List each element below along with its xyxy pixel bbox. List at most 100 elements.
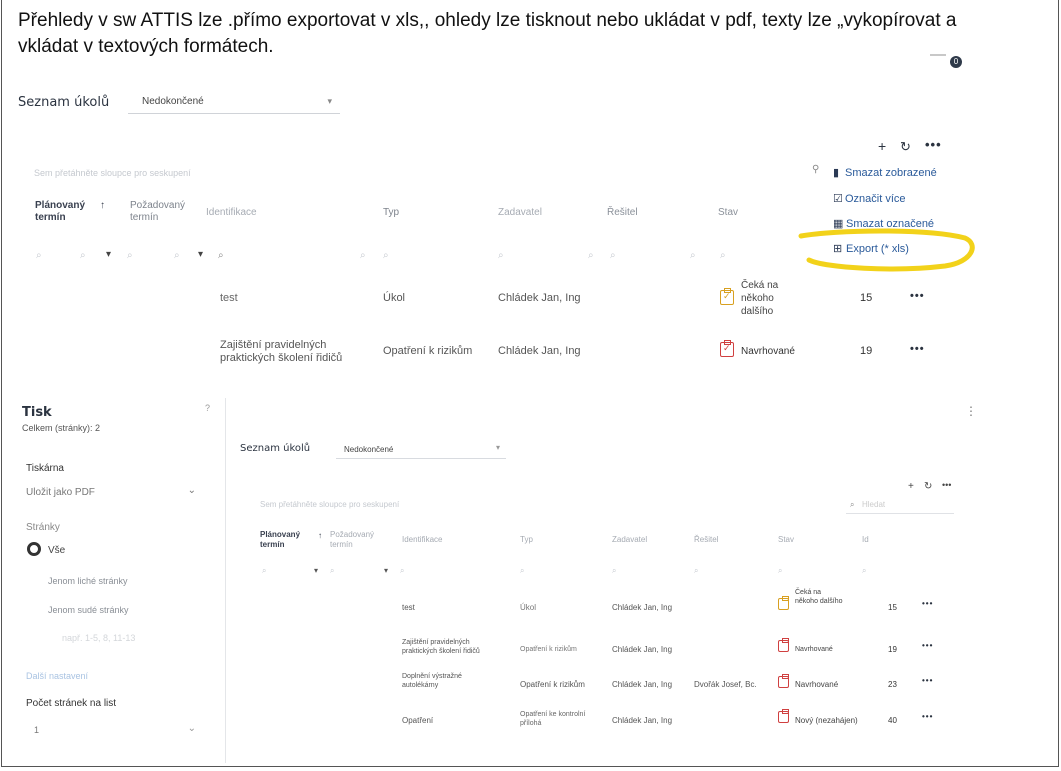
preview-refresh-icon[interactable]: ↻: [924, 481, 932, 492]
notification-badge[interactable]: 0: [950, 56, 962, 68]
print-subtitle: Celkem (stránky): 2: [22, 423, 101, 433]
radio-even-label[interactable]: Jenom sudé stránky: [48, 604, 129, 617]
print-title: Tisk: [22, 405, 52, 420]
radio-odd-label[interactable]: Jenom liché stránky: [48, 575, 128, 588]
preview-search[interactable]: ⌕ Hledat: [846, 500, 954, 514]
printer-select[interactable]: Uložit jako PDF ⌄: [26, 485, 198, 502]
more-icon[interactable]: •••: [925, 137, 942, 152]
row-more-icon[interactable]: •••: [922, 712, 933, 721]
col-requested[interactable]: Požadovaný termín: [130, 200, 192, 224]
print-divider: [225, 398, 226, 763]
status-waiting-icon: [778, 596, 789, 610]
status-proposed-icon: ✓: [720, 340, 734, 357]
preview-col-id[interactable]: Id: [862, 534, 869, 546]
preview-col-type[interactable]: Typ: [520, 534, 533, 546]
preview-filter-value: Nedokončené: [344, 445, 394, 454]
row-id: 19: [860, 345, 873, 357]
add-icon[interactable]: +: [878, 138, 886, 154]
row-id: 15: [860, 292, 873, 304]
row-ident[interactable]: Zajištění pravidelných praktických škole…: [220, 339, 352, 365]
preview-col-status[interactable]: Stav: [778, 534, 794, 546]
row-more-icon[interactable]: •••: [922, 641, 933, 650]
col-assigner[interactable]: Zadavatel: [498, 207, 542, 219]
row-status: Navrhované: [741, 346, 795, 357]
preview-group-hint: Sem přetáhněte sloupce pro seskupení: [260, 500, 400, 509]
status-proposed-icon: [778, 638, 789, 652]
row-ident[interactable]: Doplnění výstražné autolékárny: [402, 672, 492, 690]
preview-list-title: Seznam úkolů: [240, 443, 311, 454]
caption-text: Přehledy v sw ATTIS lze .přímo exportova…: [18, 10, 957, 57]
row-status: Čeká na někoho dalšího: [741, 280, 779, 317]
col-status[interactable]: Stav: [718, 207, 738, 219]
row-more-icon[interactable]: •••: [922, 676, 933, 685]
menu-item-select-more[interactable]: Označit více: [845, 192, 906, 206]
row-status: Čeká na někoho dalšího: [795, 589, 843, 605]
row-ident[interactable]: Opatření: [402, 714, 433, 727]
preview-col-planned[interactable]: Plánovaný termín: [260, 530, 308, 550]
per-sheet-select[interactable]: 1 ⌄: [34, 723, 198, 738]
chevron-down-icon: ▾: [327, 96, 332, 106]
row-status: Navrhované: [795, 680, 839, 689]
row-type: Opatření ke kontrolní přílohá: [520, 711, 586, 727]
row-ident[interactable]: test: [402, 601, 415, 614]
preview-add-icon[interactable]: +: [908, 481, 914, 492]
filter-select[interactable]: Nedokončené ▾: [128, 96, 340, 114]
row-solver[interactable]: Dvořák Josef, Bc.: [694, 678, 757, 691]
filter-select-value: Nedokončené: [142, 96, 204, 107]
row-assigner[interactable]: Chládek Jan, Ing: [498, 292, 581, 305]
list-title: Seznam úkolů: [18, 95, 110, 110]
col-solver[interactable]: Řešitel: [607, 207, 638, 219]
row-assigner[interactable]: Chládek Jan, Ing: [498, 345, 581, 358]
col-type[interactable]: Typ: [383, 207, 399, 219]
preview-col-assigner[interactable]: Zadavatel: [612, 534, 647, 546]
row-type: Opatření k rizikům: [520, 680, 585, 689]
pages-label: Stránky: [26, 522, 60, 533]
highlight-circle: [798, 228, 975, 272]
radio-all-label: Vše: [48, 545, 66, 556]
row-assigner[interactable]: Chládek Jan, Ing: [612, 714, 672, 727]
status-waiting-icon: ✓: [720, 288, 734, 305]
preview-more-icon[interactable]: ⋮: [965, 404, 977, 418]
row-id: 15: [888, 603, 897, 612]
search-icon: ⌕: [850, 500, 855, 509]
preview-col-solver[interactable]: Řešitel: [694, 534, 718, 546]
row-assigner[interactable]: Chládek Jan, Ing: [612, 643, 672, 656]
row-more-icon[interactable]: •••: [922, 599, 933, 608]
status-new-icon: [778, 709, 789, 723]
trash-icon: ▮: [833, 167, 840, 179]
header-bar: [930, 54, 946, 56]
row-type: Opatření k rizikům: [383, 345, 473, 357]
preview-col-requested[interactable]: Požadovaný termín: [330, 530, 378, 550]
refresh-icon[interactable]: ↻: [900, 139, 911, 155]
help-icon[interactable]: ?: [205, 403, 210, 413]
col-identification[interactable]: Identifikace: [206, 207, 257, 219]
row-status: Navrhované: [795, 646, 833, 653]
col-planned[interactable]: Plánovaný termín: [35, 200, 95, 224]
row-assigner[interactable]: Chládek Jan, Ing: [612, 678, 672, 691]
row-ident[interactable]: Zajištění pravidelných praktických škole…: [402, 638, 502, 656]
row-ident[interactable]: test: [220, 292, 238, 305]
preview-more-icon[interactable]: •••: [942, 480, 951, 490]
more-settings-link[interactable]: Další nastavení: [26, 670, 88, 683]
printer-value: Uložit jako PDF: [26, 487, 95, 498]
preview-col-identification[interactable]: Identifikace: [402, 534, 442, 546]
sort-asc-icon[interactable]: ↑: [318, 530, 322, 542]
page-range-input[interactable]: např. 1-5, 8, 11-13: [62, 632, 135, 645]
chevron-down-icon: ▾: [495, 443, 500, 452]
row-type: Úkol: [520, 603, 537, 612]
sort-asc-icon[interactable]: ↑: [100, 200, 105, 212]
row-id: 40: [888, 716, 897, 725]
chevron-down-icon: ⌄: [187, 485, 196, 496]
row-more-icon[interactable]: •••: [910, 290, 925, 302]
radio-all[interactable]: [27, 542, 41, 556]
chevron-down-icon: ⌄: [187, 723, 196, 734]
row-more-icon[interactable]: •••: [910, 343, 925, 355]
row-type: Úkol: [383, 292, 406, 304]
row-type: Opatření k rizikům: [520, 646, 577, 653]
printer-label: Tiskárna: [26, 463, 64, 474]
row-assigner[interactable]: Chládek Jan, Ing: [612, 601, 672, 614]
menu-item-delete-shown[interactable]: Smazat zobrazené: [845, 166, 937, 180]
per-sheet-value: 1: [34, 725, 40, 735]
search-icon[interactable]: ⚲: [812, 164, 819, 175]
preview-filter-select[interactable]: Nedokončené ▾: [336, 443, 506, 459]
